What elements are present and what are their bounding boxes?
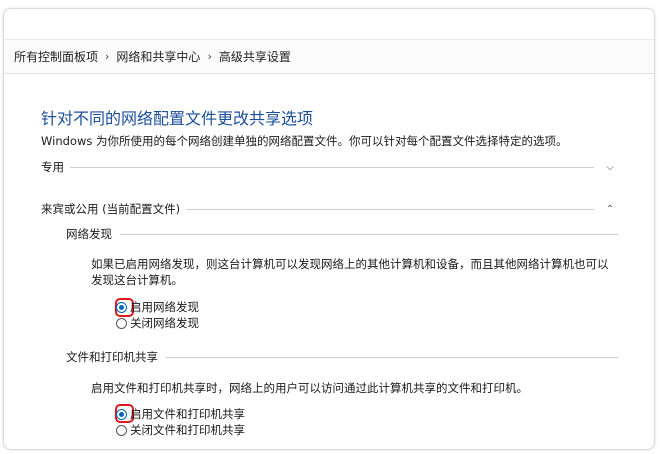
network-discovery-on-label[interactable]: 启用网络发现: [130, 299, 199, 315]
network-discovery-on-option[interactable]: 启用网络发现: [116, 299, 199, 315]
profile-public-header[interactable]: 来宾或公用 (当前配置文件) ⌃: [41, 201, 618, 217]
window: 所有控制面板项 › 网络和共享中心 › 高级共享设置 针对不同的网络配置文件更改…: [3, 8, 655, 450]
file-printer-sharing-on-label[interactable]: 启用文件和打印机共享: [130, 406, 245, 422]
network-discovery-header: 网络发现: [66, 226, 618, 242]
radio-button-file-sharing-off[interactable]: [116, 424, 127, 436]
network-discovery-description: 如果已启用网络发现，则这台计算机可以发现网络上的其他计算机和设备，而且其他网络计…: [91, 257, 609, 287]
chevron-right-icon: ›: [207, 50, 212, 63]
chevron-right-icon: ›: [105, 50, 110, 63]
divider: [186, 208, 594, 210]
file-printer-sharing-header: 文件和打印机共享: [66, 349, 618, 365]
profile-private-label: 专用: [41, 160, 64, 174]
divider: [70, 166, 594, 168]
breadcrumb-item-network-sharing-center[interactable]: 网络和共享中心: [116, 48, 200, 65]
divider: [120, 233, 618, 235]
main-content: 针对不同的网络配置文件更改共享选项 Windows 为你所使用的每个网络创建单独…: [4, 75, 654, 449]
page-title: 针对不同的网络配置文件更改共享选项: [41, 109, 314, 128]
file-printer-sharing-on-option[interactable]: 启用文件和打印机共享: [116, 406, 245, 422]
divider: [166, 356, 618, 358]
file-printer-sharing-off-label[interactable]: 关闭文件和打印机共享: [130, 422, 245, 438]
page-description: Windows 为你所使用的每个网络创建单独的网络配置文件。你可以针对每个配置文…: [41, 134, 568, 148]
chevron-up-icon[interactable]: ⌃: [602, 204, 618, 215]
network-discovery-off-option[interactable]: 关闭网络发现: [116, 315, 199, 331]
profile-public-label: 来宾或公用 (当前配置文件): [41, 202, 181, 216]
network-discovery-heading: 网络发现: [66, 227, 112, 241]
network-discovery-off-label[interactable]: 关闭网络发现: [130, 315, 199, 331]
profile-private-header[interactable]: 专用 ⌵: [41, 159, 618, 175]
radio-button-file-sharing-on[interactable]: [116, 408, 127, 420]
title-bar: [4, 9, 654, 40]
breadcrumb: 所有控制面板项 › 网络和共享中心 › 高级共享设置: [4, 40, 654, 74]
radio-button-network-discovery-off[interactable]: [116, 317, 127, 329]
file-printer-sharing-description: 启用文件和打印机共享时，网络上的用户可以访问通过此计算机共享的文件和打印机。: [91, 381, 528, 395]
radio-button-network-discovery-on[interactable]: [116, 301, 127, 313]
file-printer-sharing-heading: 文件和打印机共享: [66, 350, 158, 364]
breadcrumb-item-control-panel[interactable]: 所有控制面板项: [14, 48, 98, 65]
breadcrumb-item-advanced-sharing[interactable]: 高级共享设置: [219, 48, 291, 65]
file-printer-sharing-off-option[interactable]: 关闭文件和打印机共享: [116, 422, 245, 438]
chevron-down-icon[interactable]: ⌵: [602, 162, 618, 173]
